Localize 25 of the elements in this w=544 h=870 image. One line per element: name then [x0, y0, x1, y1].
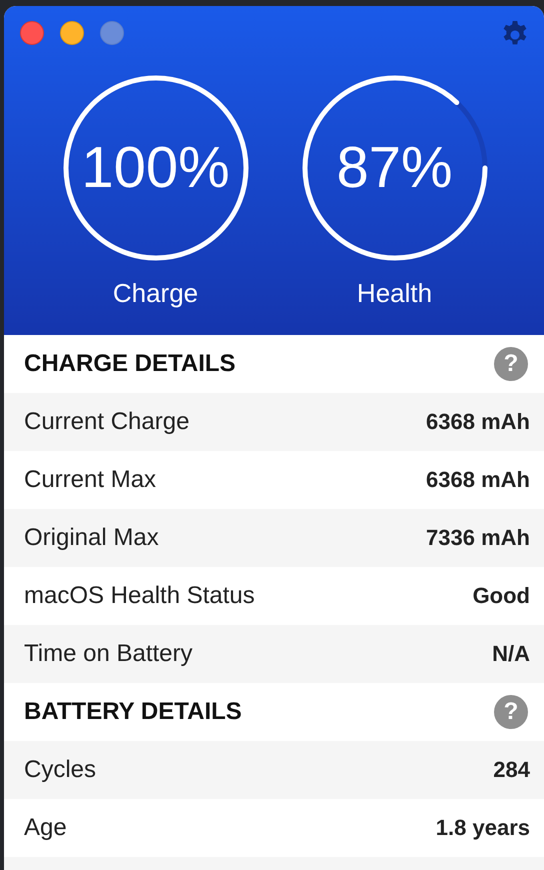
- row-value: N/A: [492, 641, 530, 667]
- zoom-button[interactable]: [100, 21, 124, 45]
- row-value: 6368 mAh: [426, 467, 530, 493]
- minimize-button[interactable]: [60, 21, 84, 45]
- gauge-label: Health: [356, 278, 432, 309]
- row-label: Current Max: [24, 466, 156, 494]
- row-label: macOS Health Status: [24, 582, 255, 610]
- gauge-value: 87%: [335, 137, 454, 199]
- row-label: Original Max: [24, 524, 159, 552]
- row-label: Cycles: [24, 756, 96, 784]
- section-title: BATTERY DETAILS: [24, 698, 242, 726]
- row-label: Time on Battery: [24, 640, 193, 668]
- section-title: CHARGE DETAILS: [24, 350, 236, 378]
- row-label: Current Charge: [24, 408, 190, 436]
- row-value: 1.8 years: [436, 815, 530, 841]
- gauge-value: 100%: [80, 137, 231, 199]
- row-value: 284: [493, 757, 530, 783]
- help-button[interactable]: ?: [494, 695, 528, 729]
- row-label: Age: [24, 814, 67, 842]
- help-button[interactable]: ?: [494, 347, 528, 381]
- close-button[interactable]: [20, 21, 44, 45]
- row-value: 7336 mAh: [426, 525, 530, 551]
- row-value: Good: [472, 583, 530, 609]
- gauge-label: Charge: [112, 278, 198, 309]
- row-value: 6368 mAh: [426, 409, 530, 435]
